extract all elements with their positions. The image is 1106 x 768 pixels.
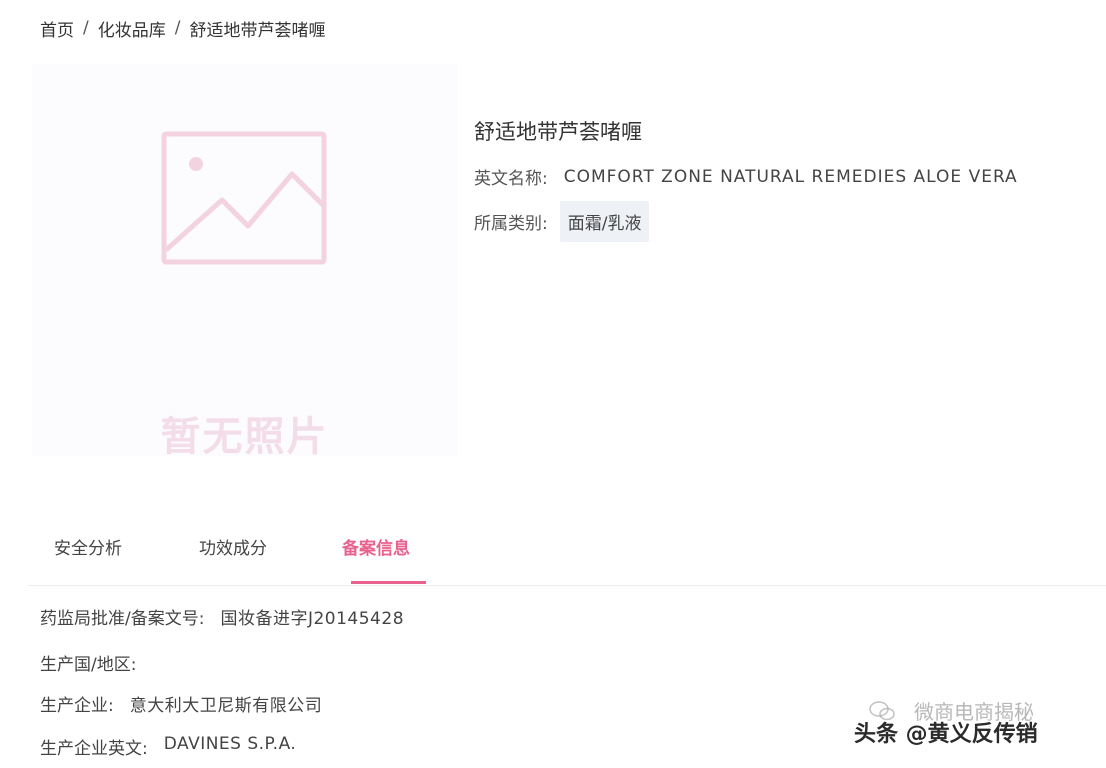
- breadcrumb-separator: /: [83, 18, 89, 38]
- detail-manufacturer-english: 生产企业英文: DAVINES S.P.A.: [40, 734, 296, 759]
- tab-filing-info[interactable]: 备案信息: [342, 534, 410, 559]
- product-image-placeholder: 暂无照片: [32, 64, 457, 460]
- breadcrumb-current: 舒适地带芦荟啫喱: [189, 20, 326, 41]
- detail-tabs: 安全分析 功效成分 备案信息: [28, 520, 1106, 586]
- product-name: 舒适地带芦荟啫喱: [474, 120, 642, 144]
- image-placeholder-icon: [161, 131, 327, 265]
- english-name-value: COMFORT ZONE NATURAL REMEDIES ALOE VERA: [563, 166, 1018, 187]
- detail-value: DAVINES S.P.A.: [163, 734, 297, 754]
- no-photo-text: 暂无照片: [160, 414, 329, 460]
- detail-label: 生产国/地区:: [40, 655, 137, 675]
- detail-approval-number: 药监局批准/备案文号: 国妆备进字J20145428: [40, 604, 404, 629]
- tab-safety-analysis[interactable]: 安全分析: [54, 534, 122, 559]
- english-name-row: 英文名称: COMFORT ZONE NATURAL REMEDIES ALOE…: [474, 164, 1018, 190]
- detail-manufacturer: 生产企业: 意大利大卫尼斯有限公司: [40, 691, 322, 716]
- watermark-text: 头条 @黄义反传销: [854, 722, 1038, 747]
- breadcrumb: 首页 / 化妆品库 / 舒适地带芦荟啫喱: [40, 16, 326, 41]
- category-row: 所属类别: 面霜/乳液: [474, 201, 650, 242]
- detail-value: 国妆备进字J20145428: [220, 609, 405, 629]
- english-name-label: 英文名称:: [474, 169, 548, 189]
- active-tab-indicator: [351, 581, 426, 584]
- detail-value: 意大利大卫尼斯有限公司: [129, 696, 323, 716]
- detail-label: 生产企业英文:: [40, 739, 148, 759]
- detail-country: 生产国/地区:: [40, 650, 152, 675]
- category-label: 所属类别:: [474, 214, 548, 234]
- detail-label: 生产企业:: [40, 696, 114, 716]
- tab-efficacy-ingredients[interactable]: 功效成分: [199, 534, 267, 559]
- detail-label: 药监局批准/备案文号:: [40, 609, 205, 629]
- breadcrumb-home-link[interactable]: 首页: [40, 16, 74, 41]
- breadcrumb-separator: /: [174, 18, 181, 38]
- category-tag[interactable]: 面霜/乳液: [559, 201, 650, 242]
- breadcrumb-library-link[interactable]: 化妆品库: [98, 16, 166, 41]
